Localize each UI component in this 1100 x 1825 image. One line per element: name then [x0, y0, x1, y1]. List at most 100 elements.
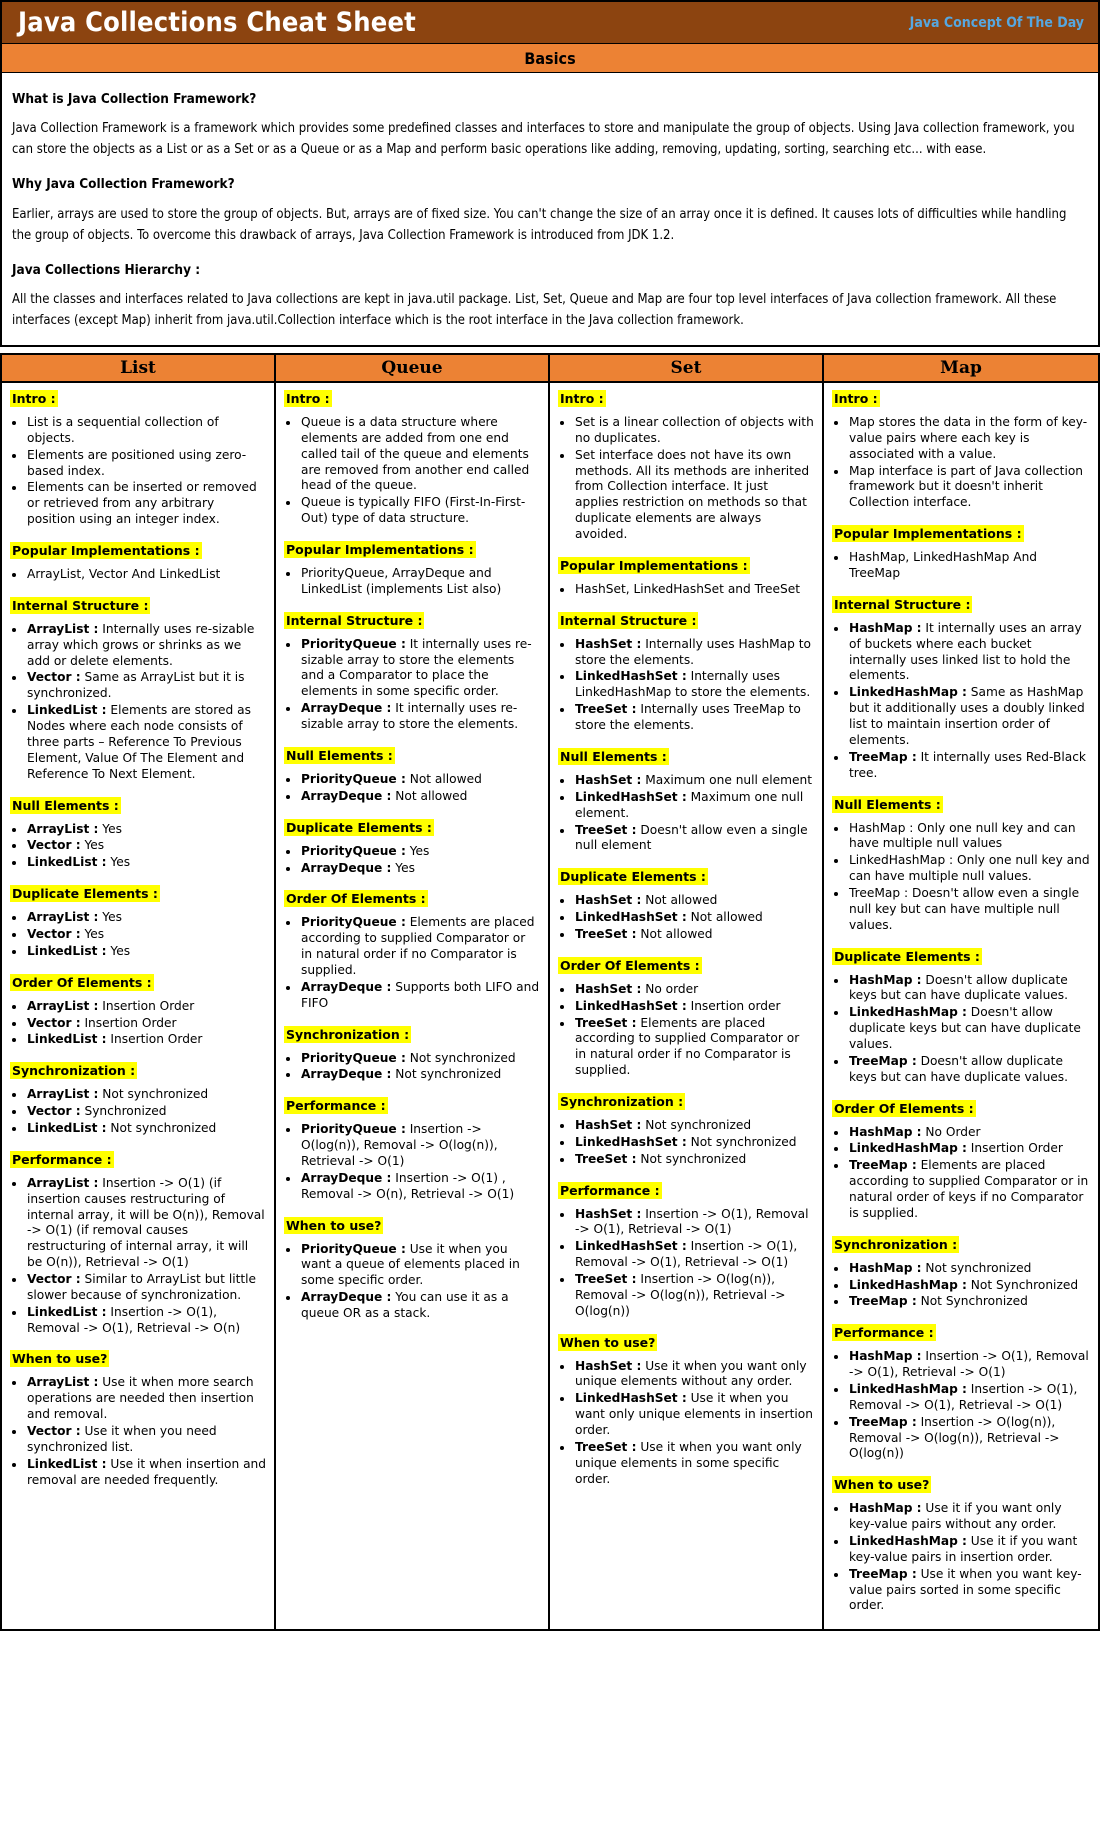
list-item-label: HashSet : [575, 1358, 642, 1373]
section-heading: Null Elements : [832, 795, 1090, 813]
section-list: PriorityQueue : Not allowedArrayDeque : … [284, 772, 540, 805]
list-item-text: Insertion Order [80, 1015, 177, 1030]
section: Synchronization : HashSet : Not synchroni… [558, 1092, 814, 1168]
section-list: HashSet : Use it when you want only uniq… [558, 1359, 814, 1488]
collections-comparison-grid: List Intro : List is a sequential collecti… [0, 353, 1100, 1632]
list-item-text: Yes [405, 843, 430, 858]
list-item: TreeMap : Use it when you want key-value… [848, 1567, 1090, 1615]
list-item-label: HashSet : [575, 893, 642, 908]
section: Popular Implementations : HashMap, Linked… [832, 525, 1090, 582]
section: Intro : Queue is a data structure where e… [284, 390, 540, 527]
list-item: HashSet : Not allowed [574, 893, 814, 909]
list-item-label: ArrayDeque : [301, 1170, 392, 1185]
section-list: PriorityQueue : Elements are placed acco… [284, 915, 540, 1011]
list-item-label: LinkedHashMap : [849, 1141, 967, 1156]
list-item-label: TreeSet : [575, 702, 637, 717]
list-item-text: Yes [106, 943, 131, 958]
section-list: PriorityQueue, ArrayDeque and LinkedList… [284, 566, 540, 598]
column-body: Intro : Queue is a data structure where e… [276, 383, 548, 1337]
list-item-text: No order [641, 981, 699, 996]
list-item-label: ArrayList : [27, 1175, 99, 1190]
list-item-label: Vector : [27, 926, 81, 941]
list-item: PriorityQueue : Not allowed [300, 772, 540, 788]
list-item: LinkedHashMap : Only one null key and ca… [848, 853, 1090, 885]
section: Null Elements : HashSet : Maximum one nul… [558, 747, 814, 854]
list-item-label: TreeMap : [849, 1294, 917, 1309]
list-item-label: TreeMap : [849, 1566, 917, 1581]
section-heading: Null Elements : [284, 746, 540, 764]
section-heading-text: Duplicate Elements : [832, 947, 982, 965]
basics-q1-heading: What is Java Collection Framework? [12, 91, 257, 107]
section-heading: Order Of Elements : [10, 973, 266, 991]
list-item-label: Vector : [27, 1423, 81, 1438]
section: When to use? PriorityQueue : Use it when … [284, 1216, 540, 1322]
section-list: PriorityQueue : Use it when you want a q… [284, 1242, 540, 1322]
list-item: ArrayDeque : Not synchronized [300, 1067, 540, 1083]
list-item-text: Not synchronized [405, 1050, 516, 1065]
section-list: ArrayList : Insertion OrderVector : Inse… [10, 999, 266, 1049]
list-item: LinkedList : Elements are stored as Node… [26, 703, 266, 782]
list-item: TreeSet : Not synchronized [574, 1152, 814, 1168]
list-item-label: LinkedHashMap : [849, 685, 967, 700]
list-item: LinkedList : Yes [26, 855, 266, 871]
section-heading: Intro : [10, 390, 266, 408]
section-heading: Synchronization : [284, 1025, 540, 1043]
section-heading: Popular Implementations : [558, 556, 814, 574]
section-heading: Synchronization : [10, 1062, 266, 1080]
section-list: HashSet : Not allowedLinkedHashSet : Not… [558, 893, 814, 943]
section-heading: When to use? [832, 1476, 1090, 1494]
list-item-label: ArrayList : [27, 1087, 99, 1102]
section-heading-text: Performance : [284, 1097, 388, 1115]
list-item: LinkedHashMap : Use it if you want key-v… [848, 1534, 1090, 1566]
section: Intro : Map stores the data in the form o… [832, 390, 1090, 511]
list-item-label: ArrayList : [27, 998, 99, 1013]
section-heading-text: When to use? [558, 1333, 658, 1351]
section-heading: Popular Implementations : [832, 525, 1090, 543]
list-item: HashMap : Not synchronized [848, 1261, 1090, 1277]
section-heading: Order Of Elements : [284, 890, 540, 908]
section-heading-text: Order Of Elements : [10, 973, 154, 991]
list-item-label: LinkedList : [27, 1304, 107, 1319]
list-item-label: LinkedHashMap : [849, 1381, 967, 1396]
list-item-label: LinkedHashMap : [849, 1277, 967, 1292]
list-item-label: LinkedHashSet : [575, 1134, 687, 1149]
list-item-label: Vector : [27, 1104, 81, 1119]
list-item-label: TreeSet : [575, 1015, 637, 1030]
list-item: HashMap : Use it if you want only key-va… [848, 1501, 1090, 1533]
list-item: Map stores the data in the form of key-v… [848, 415, 1090, 463]
basics-q3-heading: Java Collections Hierarchy : [12, 261, 201, 278]
section-heading-text: Popular Implementations : [10, 542, 202, 560]
list-item-label: ArrayDeque : [301, 701, 392, 716]
section-heading: Intro : [284, 390, 540, 408]
list-item-label: Vector : [27, 1271, 81, 1286]
section: Internal Structure : HashMap : It interna… [832, 595, 1090, 782]
list-item: PriorityQueue : Not synchronized [300, 1051, 540, 1067]
section-heading: Synchronization : [832, 1235, 1090, 1253]
section-heading-text: Synchronization : [558, 1092, 686, 1110]
list-item: HashMap : Insertion -> O(1), Removal -> … [848, 1349, 1090, 1381]
section: Internal Structure : PriorityQueue : It i… [284, 611, 540, 733]
list-item-label: TreeSet : [575, 1151, 637, 1166]
list-item: Vector : Synchronized [26, 1104, 266, 1120]
section-list: ArrayList, Vector And LinkedList [10, 567, 266, 583]
basics-q3-text: All the classes and interfaces related t… [12, 291, 1057, 328]
list-item-label: HashSet : [575, 1117, 642, 1132]
section-heading-text: Popular Implementations : [558, 556, 750, 574]
list-item-text: Not allowed [636, 926, 713, 941]
list-item-text: Not allowed [391, 788, 468, 803]
column-list: List Intro : List is a sequential collecti… [2, 353, 276, 1630]
list-item-label: LinkedList : [27, 1120, 107, 1135]
list-item-text: Yes [391, 860, 415, 875]
basics-content: What is Java Collection Framework? Java … [0, 73, 1100, 348]
section-heading: Synchronization : [558, 1092, 814, 1110]
list-item-text: Not Synchronized [916, 1294, 1028, 1309]
list-item: ArrayDeque : You can use it as a queue O… [300, 1290, 540, 1322]
list-item-label: LinkedHashMap : [849, 1005, 967, 1020]
section-heading-text: Null Elements : [284, 746, 395, 764]
section-heading-text: When to use? [10, 1350, 110, 1368]
list-item: ArrayList : Yes [26, 910, 266, 926]
list-item: PriorityQueue : Elements are placed acco… [300, 915, 540, 978]
list-item-label: HashSet : [575, 772, 642, 787]
list-item-label: PriorityQueue : [301, 1050, 406, 1065]
column-body: Intro : Map stores the data in the form o… [824, 383, 1098, 1629]
